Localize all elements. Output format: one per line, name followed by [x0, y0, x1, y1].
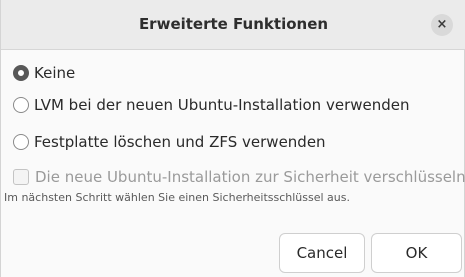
security-key-hint: Im nächsten Schritt wählen Sie einen Sic… — [4, 191, 351, 204]
radio-icon[interactable] — [13, 97, 29, 113]
advanced-features-dialog: Erweiterte Funktionen × Keine LVM bei de… — [0, 0, 465, 277]
option-zfs-label: Festplatte löschen und ZFS verwenden — [34, 133, 326, 151]
encrypt-checkbox-row: Die neue Ubuntu-Installation zur Sicherh… — [13, 168, 465, 186]
encrypt-checkbox — [13, 169, 29, 185]
ok-button[interactable]: OK — [371, 233, 462, 273]
option-lvm-label: LVM bei der neuen Ubuntu-Installation ve… — [34, 96, 410, 114]
radio-icon[interactable] — [13, 134, 29, 150]
option-none-radio[interactable]: Keine — [13, 64, 75, 82]
close-icon: × — [436, 17, 448, 32]
close-button[interactable]: × — [431, 14, 453, 36]
option-lvm-radio[interactable]: LVM bei der neuen Ubuntu-Installation ve… — [13, 96, 410, 114]
dialog-titlebar: Erweiterte Funktionen × — [1, 0, 465, 50]
encrypt-label: Die neue Ubuntu-Installation zur Sicherh… — [35, 168, 465, 186]
option-none-label: Keine — [34, 64, 76, 82]
dialog-title: Erweiterte Funktionen — [138, 15, 329, 33]
cancel-button[interactable]: Cancel — [279, 233, 365, 273]
option-zfs-radio[interactable]: Festplatte löschen und ZFS verwenden — [13, 133, 326, 151]
radio-icon-selected[interactable] — [13, 65, 29, 81]
